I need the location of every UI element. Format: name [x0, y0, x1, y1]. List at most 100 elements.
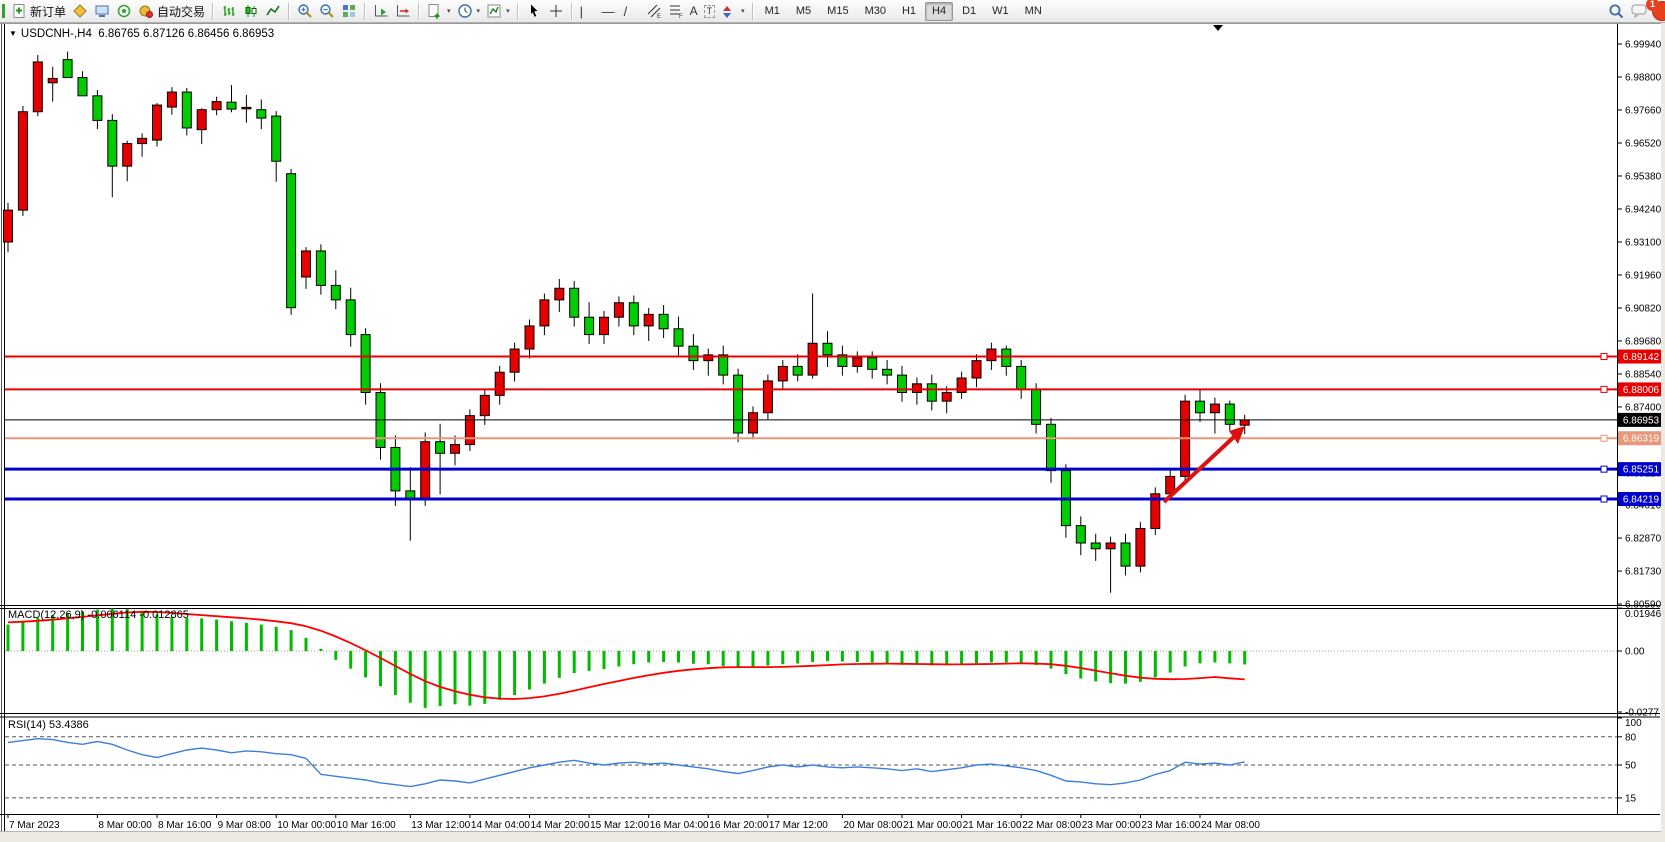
- auto-scroll-button[interactable]: [370, 1, 392, 22]
- fibonacci-icon: F: [668, 3, 684, 19]
- vertical-line-tool[interactable]: |: [577, 1, 599, 22]
- bar-chart-button[interactable]: [218, 1, 240, 22]
- price-tick: 6.88540: [1625, 369, 1662, 380]
- crosshair-button[interactable]: [545, 1, 567, 22]
- candle-body: [331, 285, 340, 299]
- timeframe-button-MN[interactable]: MN: [1018, 2, 1049, 21]
- candle-body: [778, 366, 787, 380]
- text-label-tool[interactable]: T: [701, 1, 719, 22]
- symbol-dropdown-icon[interactable]: ▼: [9, 29, 17, 38]
- ohlc-open: 6.86765: [98, 28, 140, 40]
- channel-icon: E: [646, 3, 662, 19]
- price-label: 6.88006: [1623, 385, 1660, 396]
- candlestick-chart-button[interactable]: [240, 1, 262, 22]
- zoom-in-button[interactable]: [294, 1, 316, 22]
- price-label: 6.85251: [1623, 465, 1660, 476]
- text-tool[interactable]: A: [687, 1, 701, 22]
- horizontal-line-tool[interactable]: —: [599, 1, 621, 22]
- candle-body: [316, 251, 325, 285]
- price-tick: 6.95380: [1625, 171, 1662, 182]
- auto-trading-icon: [138, 3, 154, 19]
- candle-body: [197, 110, 206, 130]
- time-tick-label: 10 Mar 16:00: [337, 820, 396, 831]
- timeframe-button-M1[interactable]: M1: [758, 2, 787, 21]
- candle-body: [346, 300, 355, 335]
- notifications-button[interactable]: 1: [1628, 1, 1652, 22]
- chart-shift-button[interactable]: [392, 1, 414, 22]
- rsi-tick: 80: [1625, 732, 1637, 743]
- zoom-out-button[interactable]: [316, 1, 338, 22]
- time-tick-label: 20 Mar 08:00: [843, 820, 902, 831]
- clock-icon: [457, 3, 473, 19]
- candle-body: [629, 303, 638, 326]
- candle-body: [242, 107, 251, 108]
- candle-body: [1017, 366, 1026, 389]
- template-icon: [486, 3, 502, 19]
- timeframe-button-W1[interactable]: W1: [985, 2, 1016, 21]
- line-handle: [1601, 496, 1607, 502]
- toolbar-separator: [418, 3, 420, 20]
- candle-body: [495, 372, 504, 395]
- candle-body: [600, 317, 609, 334]
- candle-body: [555, 288, 564, 300]
- svg-text:E: E: [657, 14, 661, 19]
- fibonacci-tool[interactable]: F: [665, 1, 687, 22]
- timeframe-button-M15[interactable]: M15: [820, 2, 855, 21]
- navigator-button[interactable]: [113, 1, 135, 22]
- timeframe-button-M5[interactable]: M5: [789, 2, 818, 21]
- search-icon: [1608, 3, 1625, 20]
- tile-windows-button[interactable]: [338, 1, 360, 22]
- candle-body: [808, 343, 817, 375]
- new-order-icon: [11, 3, 27, 19]
- vertical-line-icon: |: [580, 4, 583, 19]
- time-tick-label: 21 Mar 00:00: [903, 820, 962, 831]
- time-tick-label: 17 Mar 12:00: [769, 820, 828, 831]
- trendline-icon: /: [624, 4, 628, 19]
- candle-body: [1002, 349, 1011, 366]
- indicators-icon: [427, 3, 443, 19]
- price-tick: 6.90820: [1625, 303, 1662, 314]
- market-watch-button[interactable]: [69, 1, 91, 22]
- candle-body: [123, 144, 132, 167]
- timeframe-button-D1[interactable]: D1: [955, 2, 983, 21]
- line-handle: [1601, 354, 1607, 360]
- candle-body: [853, 358, 862, 367]
- timeframe-button-H1[interactable]: H1: [895, 2, 923, 21]
- price-tick: 6.97660: [1625, 105, 1662, 116]
- candle-body: [4, 210, 13, 242]
- candle-body: [1196, 401, 1205, 413]
- tile-windows-icon: [341, 3, 357, 19]
- data-window-icon: [94, 3, 110, 19]
- price-tick: 6.89680: [1625, 336, 1662, 347]
- candle-body: [33, 62, 42, 112]
- toolbar-separator: [571, 3, 573, 20]
- price-tick: 6.91960: [1625, 270, 1662, 281]
- rsi-tick: 50: [1625, 761, 1637, 772]
- candle-body: [153, 105, 162, 140]
- market-watch-icon: [72, 3, 88, 19]
- indicators-button[interactable]: ▾: [424, 1, 454, 22]
- rsi-line: [8, 739, 1245, 787]
- search-button[interactable]: [1605, 1, 1628, 22]
- line-chart-button[interactable]: [262, 1, 284, 22]
- price-label: 6.84219: [1623, 495, 1660, 506]
- candle-body: [272, 116, 281, 161]
- toolbar-separator: [288, 3, 290, 20]
- candle-body: [63, 60, 72, 78]
- chart-canvas[interactable]: 6.999406.988006.976606.965206.953806.942…: [0, 0, 1665, 842]
- trendline-tool[interactable]: /: [621, 1, 643, 22]
- cursor-button[interactable]: [523, 1, 545, 22]
- candle-body: [1210, 404, 1219, 413]
- timeframe-button-H4[interactable]: H4: [925, 2, 953, 21]
- periods-button[interactable]: ▾: [454, 1, 484, 22]
- timeframe-button-M30[interactable]: M30: [858, 2, 893, 21]
- time-tick-label: 9 Mar 08:00: [218, 820, 272, 831]
- candle-body: [480, 395, 489, 415]
- templates-button[interactable]: ▾: [483, 1, 513, 22]
- auto-trading-button[interactable]: 自动交易: [135, 1, 208, 22]
- data-window-button[interactable]: [91, 1, 113, 22]
- arrows-tool[interactable]: ▾: [718, 1, 748, 22]
- equidistant-channel-tool[interactable]: E: [643, 1, 665, 22]
- new-order-button[interactable]: 新订单: [8, 1, 69, 22]
- notification-badge: 1: [1646, 0, 1659, 11]
